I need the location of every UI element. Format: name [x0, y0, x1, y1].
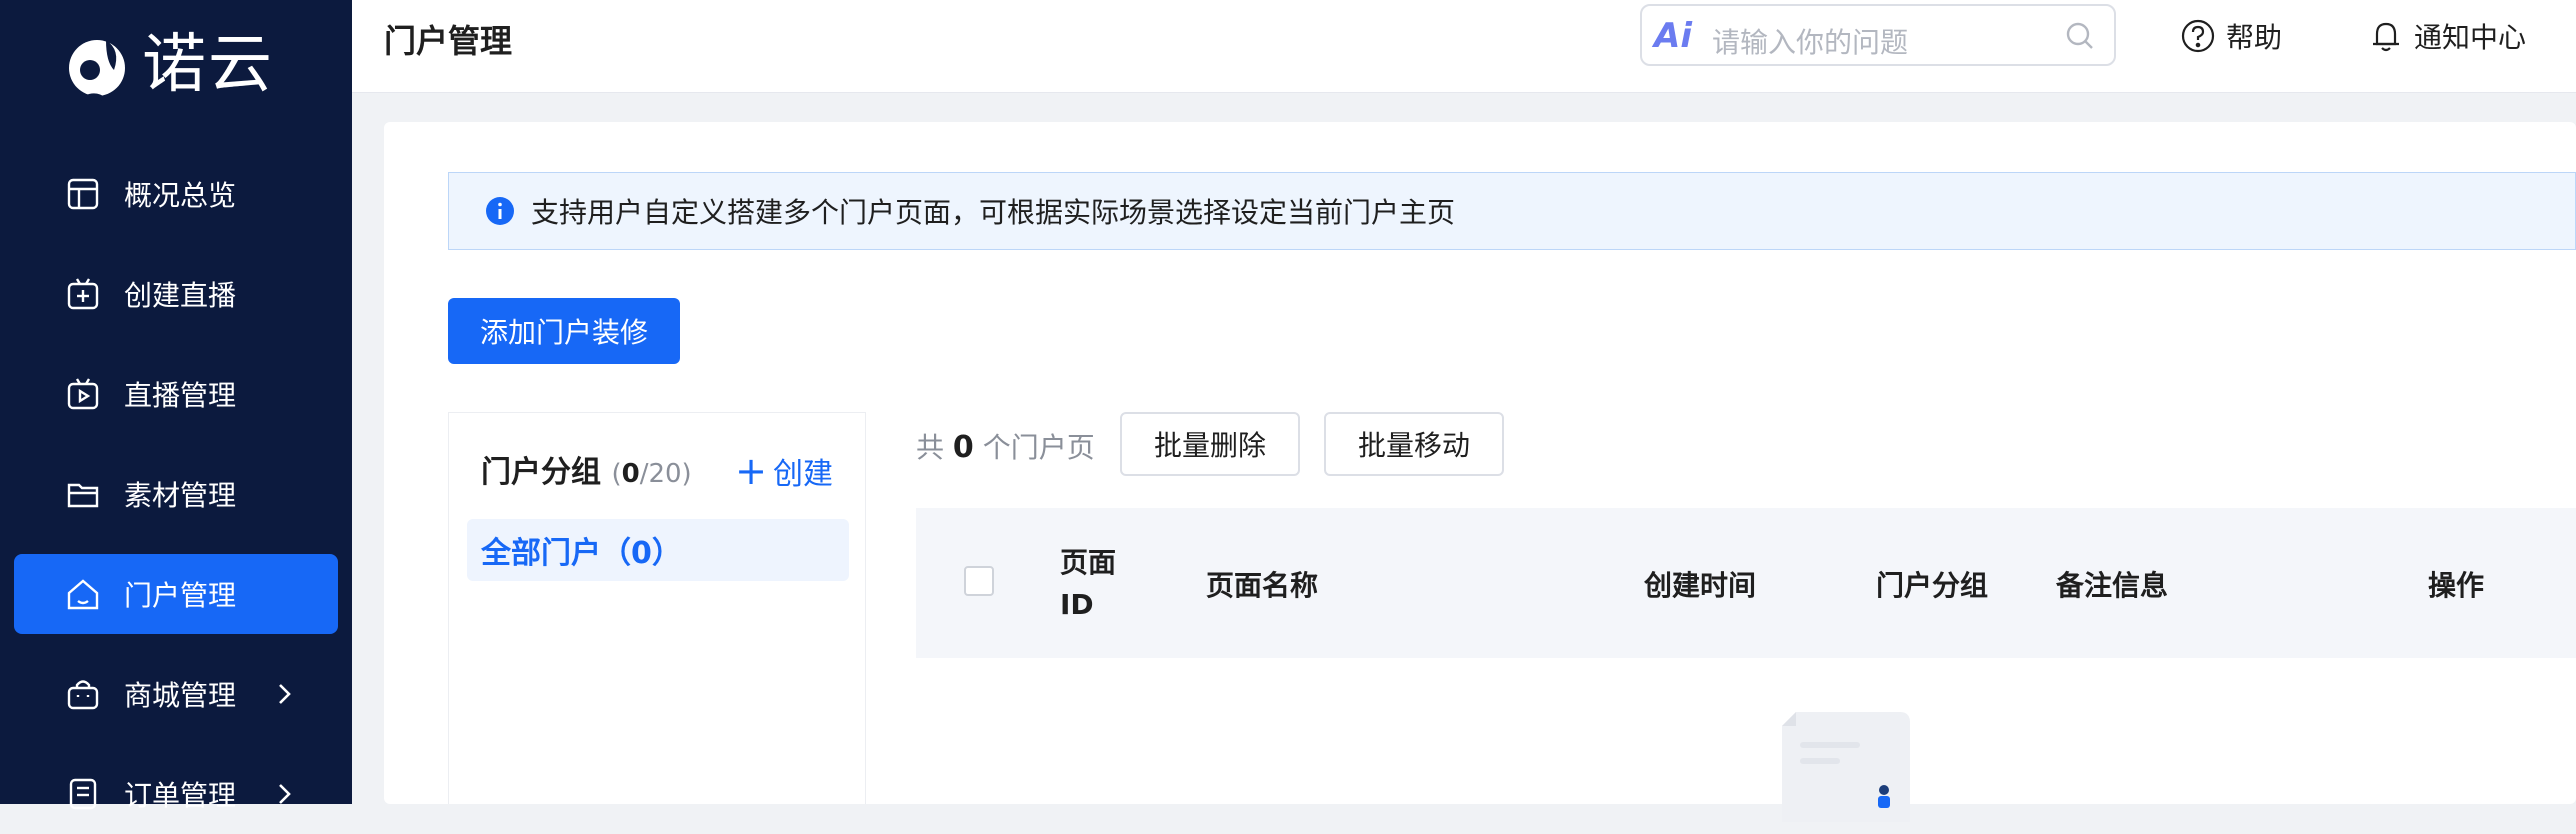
logo: 诺云 — [66, 20, 274, 110]
search-input[interactable]: Ai 请输入你的问题 — [1640, 4, 2116, 66]
sidebar-item-orders[interactable]: 订单管理 — [14, 754, 338, 834]
sidebar: 诺云 概况总览 创建直播 直播管理 素材管理 门户管理 商城管理 订单管理 — [0, 0, 352, 812]
total-prefix: 共 — [916, 431, 945, 464]
page-title: 门户管理 — [384, 22, 513, 60]
column-group[interactable]: 门户分组 — [1876, 564, 1988, 604]
notify-label: 通知中心 — [2414, 21, 2527, 54]
column-page-name[interactable]: 页面名称 — [1206, 564, 1318, 604]
batch-delete-button[interactable]: 批量删除 — [1120, 412, 1300, 476]
bell-icon — [2373, 22, 2399, 52]
tv-icon — [64, 375, 102, 413]
empty-state-illustration — [1782, 712, 1910, 822]
add-portal-button[interactable]: 添加门户装修 — [448, 298, 680, 364]
sidebar-item-create-live[interactable]: 创建直播 — [14, 254, 338, 334]
sidebar-item-label: 素材管理 — [124, 479, 237, 512]
group-panel-title: 门户分组 (0/20) — [481, 447, 692, 491]
help-icon — [2181, 19, 2215, 53]
bag-icon — [64, 675, 102, 713]
help-button[interactable]: 帮助 — [2180, 16, 2282, 56]
help-label: 帮助 — [2226, 21, 2283, 54]
sidebar-item-label: 商城管理 — [124, 679, 237, 712]
table-header: 页面 ID 页面名称 创建时间 门户分组 备注信息 操作 — [916, 508, 2576, 658]
sidebar-item-mall[interactable]: 商城管理 — [14, 654, 338, 734]
sidebar-item-overview[interactable]: 概况总览 — [14, 154, 338, 234]
top-header: 门户管理 Ai 请输入你的问题 帮助 通知中心 — [352, 0, 2576, 93]
total-suffix: 个门户页 — [982, 431, 1095, 464]
plus-icon: + — [735, 449, 767, 493]
search-icon[interactable] — [2064, 20, 2096, 52]
chevron-right-icon — [279, 684, 291, 704]
column-page-id[interactable]: 页面 ID — [1060, 542, 1116, 626]
info-banner: 支持用户自定义搭建多个门户页面，可根据实际场景选择设定当前门户主页 — [448, 172, 2576, 250]
column-page-id-line1: 页面 — [1060, 546, 1117, 579]
group-count-open: ( — [611, 459, 622, 489]
create-group-label: 创建 — [773, 457, 833, 492]
sidebar-item-portal[interactable]: 门户管理 — [14, 554, 338, 634]
search-placeholder: 请输入你的问题 — [1712, 26, 1909, 59]
sidebar-item-label: 创建直播 — [124, 279, 237, 312]
create-live-icon — [64, 275, 102, 313]
group-count-rest: /20) — [639, 459, 692, 489]
total-count: 共 0 个门户页 — [916, 426, 1095, 466]
portal-group-panel: 门户分组 (0/20) + 创建 全部门户（0） — [448, 412, 866, 804]
logo-text: 诺云 — [142, 28, 274, 102]
home-icon — [64, 575, 102, 613]
sidebar-item-label: 概况总览 — [124, 179, 237, 212]
sidebar-item-label: 订单管理 — [124, 779, 237, 812]
sidebar-item-assets[interactable]: 素材管理 — [14, 454, 338, 534]
column-created-at[interactable]: 创建时间 — [1644, 564, 1756, 604]
folder-icon — [64, 475, 102, 513]
group-title-text: 门户分组 — [481, 455, 601, 490]
order-icon — [64, 775, 102, 813]
group-count: (0/20) — [611, 459, 691, 489]
batch-move-button[interactable]: 批量移动 — [1324, 412, 1504, 476]
group-item-all[interactable]: 全部门户（0） — [467, 519, 849, 581]
notification-center-button[interactable]: 通知中心 — [2368, 16, 2526, 56]
select-all-checkbox[interactable] — [964, 566, 994, 596]
ai-icon: Ai — [1654, 16, 1692, 56]
info-banner-text: 支持用户自定义搭建多个门户页面，可根据实际场景选择设定当前门户主页 — [531, 196, 1456, 229]
total-number: 0 — [952, 430, 974, 465]
sidebar-item-label: 直播管理 — [124, 379, 237, 412]
sidebar-item-live-manage[interactable]: 直播管理 — [14, 354, 338, 434]
sidebar-item-label: 门户管理 — [124, 579, 237, 612]
create-group-button[interactable]: + 创建 — [735, 449, 833, 493]
column-actions[interactable]: 操作 — [2428, 564, 2484, 604]
column-page-id-line2: ID — [1060, 588, 1094, 621]
info-icon — [486, 197, 514, 225]
group-item-label: 全部门户（0） — [481, 536, 682, 571]
dashboard-icon — [64, 175, 102, 213]
logo-mark-icon — [69, 40, 125, 102]
column-remark[interactable]: 备注信息 — [2056, 564, 2168, 604]
group-count-current: 0 — [621, 459, 640, 489]
